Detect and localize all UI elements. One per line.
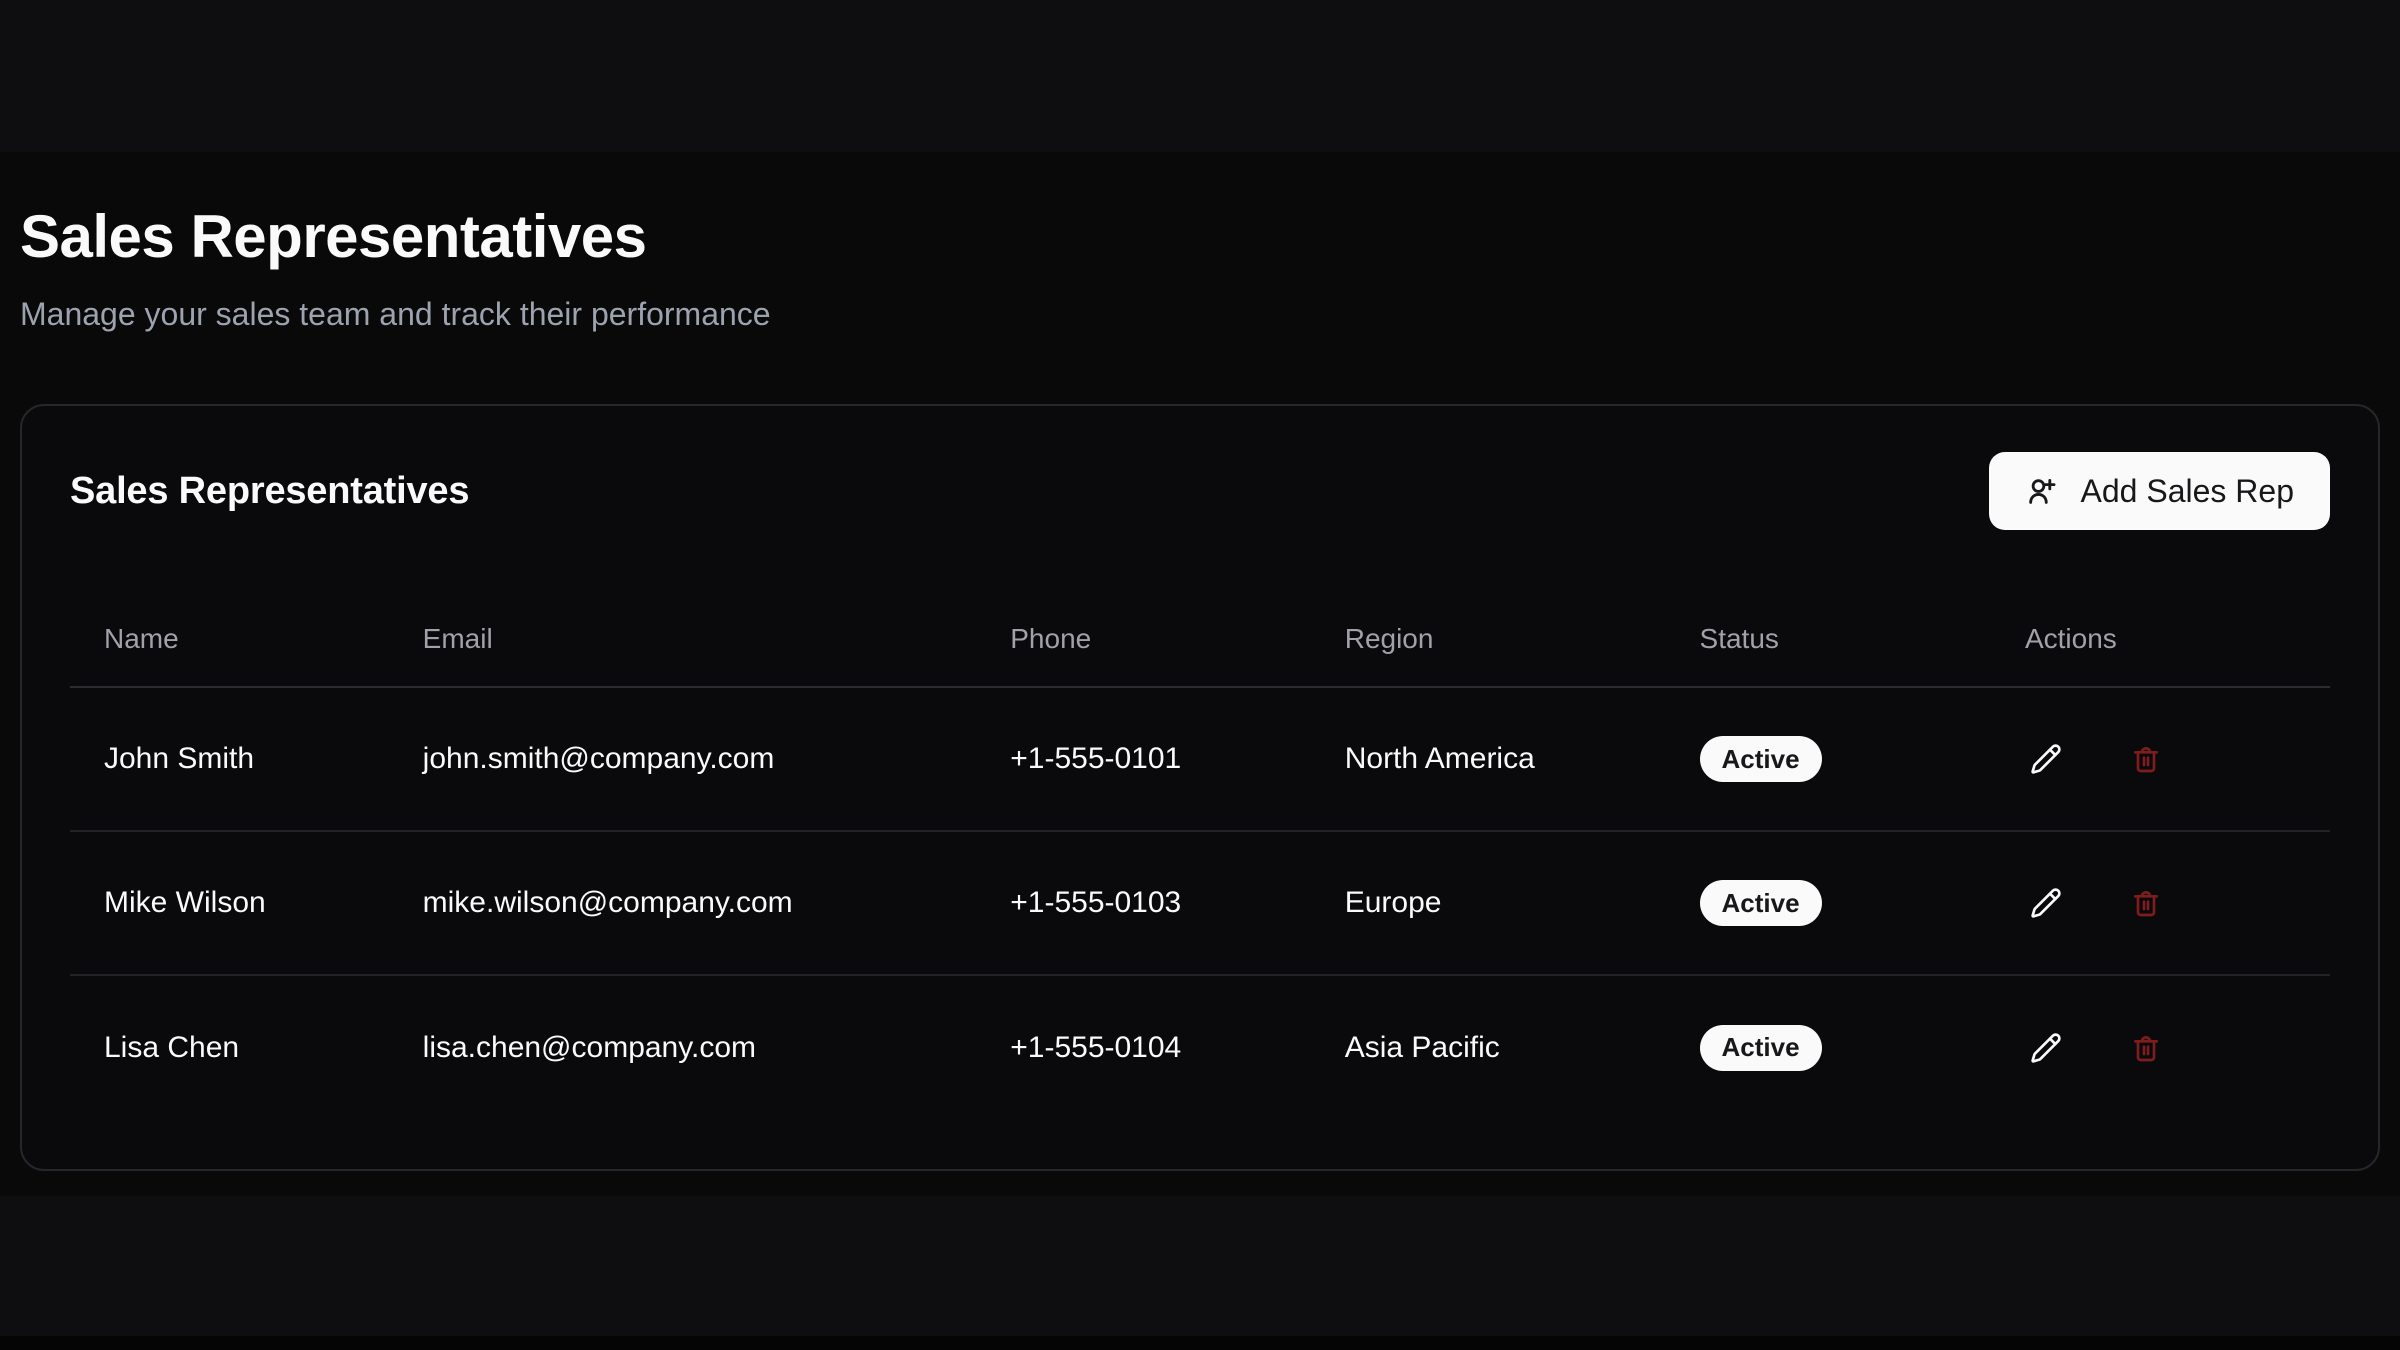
trash-icon [2130,887,2162,919]
rep-phone: +1-555-0103 [976,831,1310,975]
edit-button[interactable] [2025,738,2067,780]
add-sales-rep-button[interactable]: Add Sales Rep [1989,452,2330,530]
rep-name: Lisa Chen [70,975,389,1119]
rep-email: john.smith@company.com [389,687,977,831]
add-sales-rep-label: Add Sales Rep [2081,473,2294,510]
delete-button[interactable] [2125,738,2167,780]
sales-reps-card: Sales Representatives Add Sales Rep [20,404,2380,1171]
delete-button[interactable] [2125,882,2167,924]
row-actions [2025,882,2330,924]
page-title: Sales Representatives [20,205,2380,268]
edit-button[interactable] [2025,882,2067,924]
card-header: Sales Representatives Add Sales Rep [70,406,2330,530]
trash-icon [2130,1032,2162,1064]
bottom-edge-band [0,1336,2400,1350]
column-header-name: Name [70,592,389,687]
column-header-status: Status [1666,592,1991,687]
rep-name: Mike Wilson [70,831,389,975]
rep-phone: +1-555-0101 [976,687,1310,831]
table-row: Lisa Chen lisa.chen@company.com +1-555-0… [70,975,2330,1119]
pencil-icon [2030,743,2062,775]
trash-icon [2130,743,2162,775]
column-header-actions: Actions [1991,592,2330,687]
user-plus-icon [2025,474,2059,508]
row-actions [2025,1027,2330,1069]
rep-region: Europe [1311,831,1666,975]
status-badge: Active [1700,736,1822,782]
delete-button[interactable] [2125,1027,2167,1069]
rep-phone: +1-555-0104 [976,975,1310,1119]
edit-button[interactable] [2025,1027,2067,1069]
status-badge: Active [1700,1025,1822,1071]
card-title: Sales Representatives [70,470,469,513]
column-header-region: Region [1311,592,1666,687]
table-header-row: Name Email Phone Region Status Actions [70,592,2330,687]
table-row: Mike Wilson mike.wilson@company.com +1-5… [70,831,2330,975]
rep-email: mike.wilson@company.com [389,831,977,975]
rep-email: lisa.chen@company.com [389,975,977,1119]
column-header-phone: Phone [976,592,1310,687]
pencil-icon [2030,887,2062,919]
sales-reps-table: Name Email Phone Region Status Actions J… [70,592,2330,1119]
rep-region: North America [1311,687,1666,831]
table-row: John Smith john.smith@company.com +1-555… [70,687,2330,831]
rep-region: Asia Pacific [1311,975,1666,1119]
row-actions [2025,738,2330,780]
status-badge: Active [1700,880,1822,926]
footer-band [0,1196,2400,1350]
main-content: Sales Representatives Manage your sales … [0,0,2400,1171]
pencil-icon [2030,1032,2062,1064]
rep-name: John Smith [70,687,389,831]
page-subtitle: Manage your sales team and track their p… [20,298,2380,330]
column-header-email: Email [389,592,977,687]
